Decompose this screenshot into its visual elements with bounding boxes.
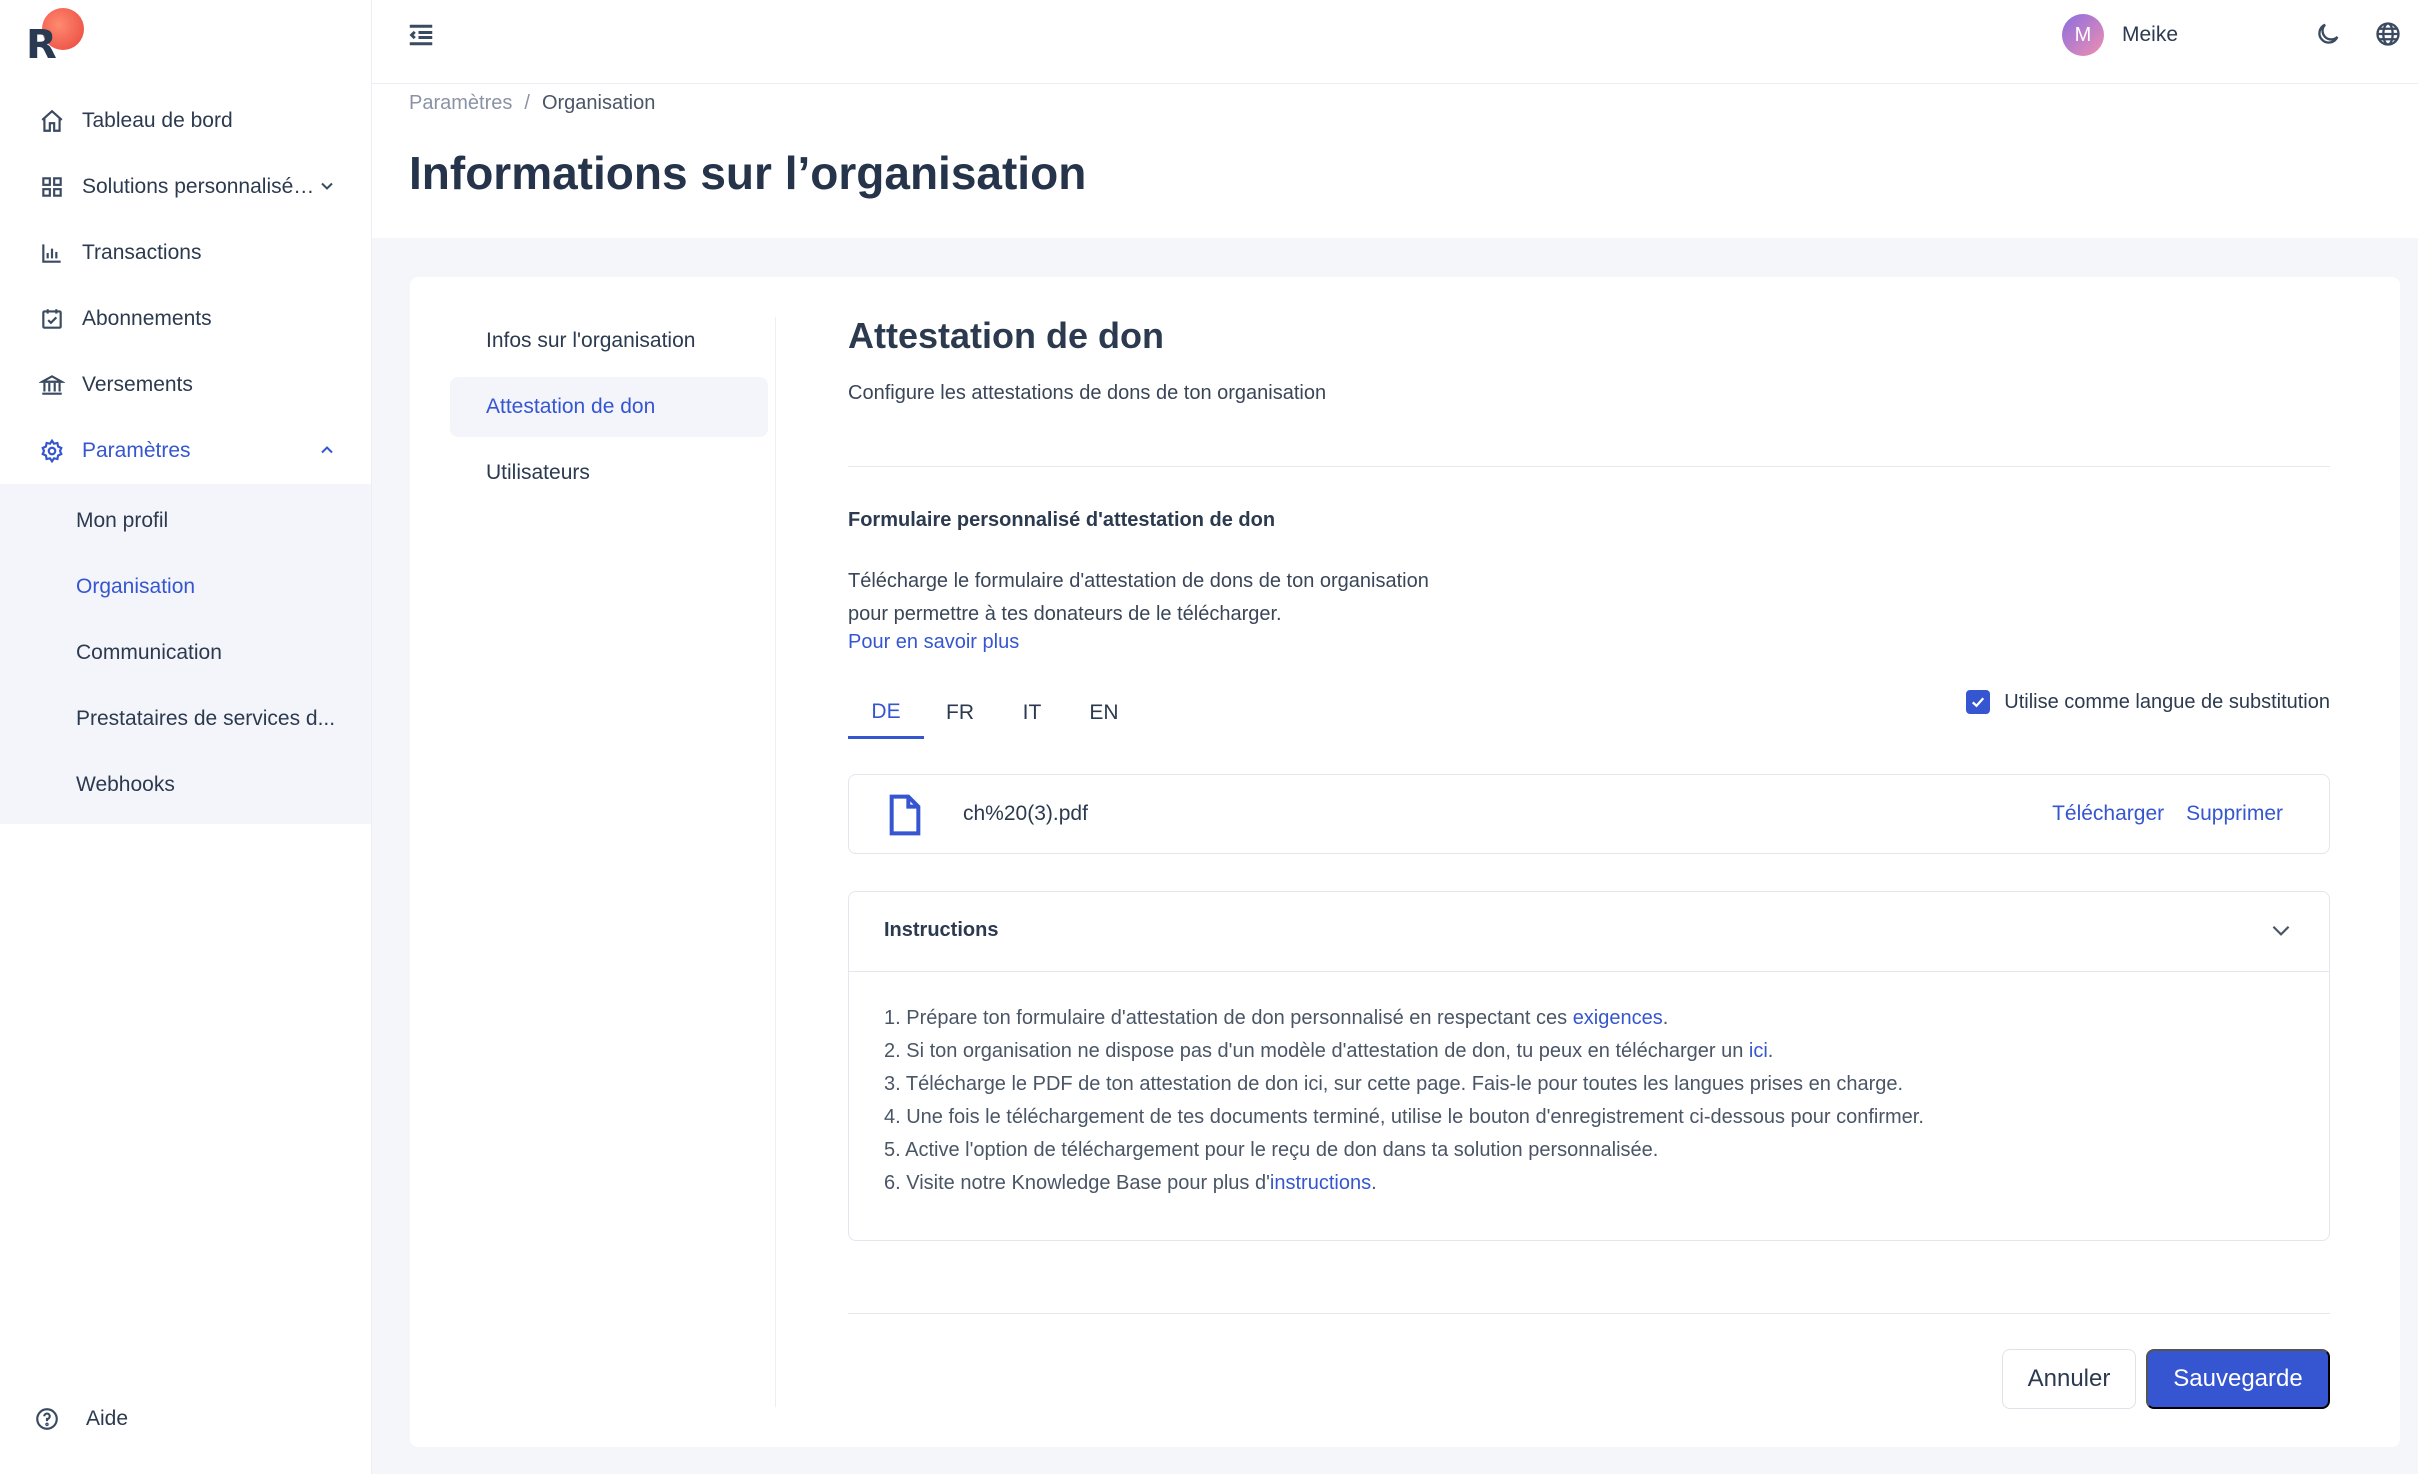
sidebar-subitem-my-profile[interactable]: Mon profil [0, 488, 371, 554]
sidebar-item-label: Versements [82, 373, 193, 396]
instruction-step: 4. Une fois le téléchargement de tes doc… [884, 1106, 1924, 1128]
instructions-list: 1. Prépare ton formulaire d'attestation … [884, 1002, 1924, 1200]
tab-lang-de[interactable]: DE [848, 687, 924, 739]
sidebar-item-subscriptions[interactable]: Abonnements [0, 286, 371, 352]
vertical-divider [775, 317, 776, 1407]
collapse-menu-icon[interactable] [406, 20, 438, 52]
sidebar-item-label: Transactions [82, 241, 202, 264]
save-button[interactable]: Sauvegarde [2146, 1349, 2330, 1409]
bank-icon [38, 371, 66, 399]
topbar: M Meike [372, 0, 2418, 84]
sidebar-subitem-label: Communication [76, 641, 222, 664]
section-title: Attestation de don [848, 315, 1164, 356]
sidebar-subitem-webhooks[interactable]: Webhooks [0, 752, 371, 818]
form-title: Formulaire personnalisé d'attestation de… [848, 509, 1276, 531]
form-description: Télécharge le formulaire d'attestation d… [848, 570, 1429, 625]
file-actions: Télécharger Supprimer [2052, 802, 2283, 826]
sidebar-subitem-organisation[interactable]: Organisation [0, 554, 371, 620]
check-icon [1972, 697, 1985, 708]
sidebar-item-settings[interactable]: Paramètres [0, 418, 371, 484]
sidebar-item-payouts[interactable]: Versements [0, 352, 371, 418]
requirements-link[interactable]: exigences [1573, 1007, 1663, 1029]
help-label: Aide [86, 1407, 129, 1430]
app-logo[interactable]: R [24, 8, 84, 68]
fallback-checkbox[interactable] [1966, 690, 1991, 714]
instruction-step: 1. Prépare ton formulaire d'attestation … [884, 1007, 1669, 1029]
breadcrumb-root[interactable]: Paramètres [409, 92, 512, 115]
sidebar-item-label: Paramètres [82, 439, 191, 462]
user-menu[interactable]: M Meike [2062, 14, 2178, 56]
cancel-button[interactable]: Annuler [2002, 1349, 2136, 1409]
calendar-check-icon [38, 305, 66, 333]
sidebar-item-label: Solutions personnalisé… [82, 175, 315, 198]
delete-file-link[interactable]: Supprimer [2186, 802, 2283, 826]
instruction-step: 2. Si ton organisation ne dispose pas d'… [884, 1040, 1774, 1062]
section-description: Configure les attestations de dons de to… [848, 382, 1327, 404]
breadcrumb-separator: / [524, 92, 530, 114]
grid-icon [38, 173, 66, 201]
settings-nav-users[interactable]: Utilisateurs [450, 443, 768, 503]
tab-lang-it[interactable]: IT [996, 687, 1068, 739]
settings-nav: Infos sur l'organisation Attestation de … [450, 311, 768, 509]
sidebar-subitem-label: Webhooks [76, 773, 175, 796]
instructions-separator [848, 971, 2330, 972]
sidebar-item-label: Abonnements [82, 307, 212, 330]
breadcrumb-current: Organisation [541, 92, 656, 114]
logo-letter: R [26, 22, 57, 68]
learn-more-link[interactable]: Pour en savoir plus [848, 631, 1019, 654]
instructions-title: Instructions [884, 919, 999, 941]
fallback-label: Utilise comme langue de substitution [2004, 690, 2330, 713]
help-link[interactable]: Aide [34, 1406, 128, 1432]
divider [848, 1313, 2330, 1314]
page-title: Informations sur l’organisation [409, 147, 1087, 199]
settings-card: Infos sur l'organisation Attestation de … [410, 277, 2400, 1447]
file-name: ch%20(3).pdf [963, 802, 1088, 825]
settings-nav-org-info[interactable]: Infos sur l'organisation [450, 311, 768, 371]
sidebar-item-solutions[interactable]: Solutions personnalisé… [0, 154, 371, 220]
instruction-step: 3. Télécharge le PDF de ton attestation … [884, 1073, 1904, 1095]
gear-icon [38, 437, 66, 465]
sidebar-subitem-label: Mon profil [76, 509, 169, 532]
help-circle-icon [34, 1406, 60, 1432]
bar-chart-icon [38, 239, 66, 267]
settings-subnav: Mon profil Organisation Communication Pr… [0, 484, 371, 824]
tab-lang-fr[interactable]: FR [924, 687, 996, 739]
instruction-step: 6. Visite notre Knowledge Base pour plus… [884, 1172, 1377, 1194]
sidebar-subitem-label: Prestataires de services d... [76, 707, 336, 730]
chevron-up-icon[interactable] [317, 440, 339, 462]
sidebar: R Tableau de bord Solutions personnalisé… [0, 0, 372, 1474]
globe-icon[interactable] [2374, 20, 2404, 50]
knowledge-base-link[interactable]: instructions [1270, 1172, 1371, 1194]
sidebar-subitem-communication[interactable]: Communication [0, 620, 371, 686]
breadcrumb: Paramètres / Organisation [409, 92, 655, 115]
tab-lang-en[interactable]: EN [1068, 687, 1140, 739]
avatar: M [2062, 14, 2104, 56]
chevron-down-icon[interactable] [317, 176, 339, 198]
file-icon [885, 793, 925, 837]
settings-nav-donation-receipt[interactable]: Attestation de don [450, 377, 768, 437]
sidebar-subitem-label: Organisation [76, 575, 196, 598]
user-name: Meike [2122, 23, 2179, 46]
main-nav: Tableau de bord Solutions personnalisé… … [0, 88, 371, 824]
template-download-link[interactable]: ici [1749, 1040, 1768, 1062]
language-tabs: DE FR IT EN [848, 687, 1140, 739]
sidebar-item-transactions[interactable]: Transactions [0, 220, 371, 286]
instructions-box: Instructions 1. Prépare ton formulaire d… [848, 891, 2330, 1241]
sidebar-item-dashboard[interactable]: Tableau de bord [0, 88, 371, 154]
uploaded-file: ch%20(3).pdf Télécharger Supprimer [848, 774, 2330, 854]
fallback-language-option[interactable]: Utilise comme langue de substitution [1966, 690, 2330, 714]
download-file-link[interactable]: Télécharger [2052, 802, 2164, 826]
sidebar-item-label: Tableau de bord [82, 109, 233, 132]
sidebar-subitem-service-providers[interactable]: Prestataires de services d... [0, 686, 371, 752]
divider [848, 466, 2330, 467]
dark-mode-icon[interactable] [2314, 20, 2344, 50]
home-icon [38, 107, 66, 135]
instruction-step: 5. Active l'option de téléchargement pou… [884, 1139, 1659, 1161]
page-header: Paramètres / Organisation Informations s… [372, 84, 2418, 238]
chevron-down-icon[interactable] [2268, 917, 2294, 943]
